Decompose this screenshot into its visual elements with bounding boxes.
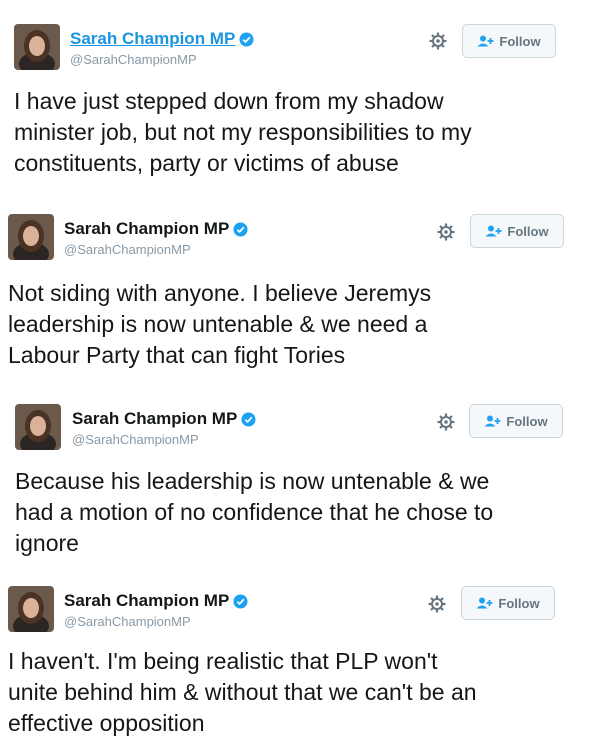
verified-badge-icon (233, 593, 248, 609)
tweet-text-line: had a motion of no confidence that he ch… (15, 499, 494, 525)
tweet-card: Sarah Champion MP @SarahChampionMP Follo… (0, 190, 590, 390)
tweet-text-line: Labour Party that can fight Tories (8, 342, 346, 368)
tweet-text-line: leadership is now untenable & we need a (8, 311, 428, 337)
add-user-icon (477, 35, 494, 47)
follow-button[interactable]: Follow (461, 586, 555, 620)
verified-badge-icon (241, 411, 256, 427)
tweet-text-line: minister job, but not my responsibilitie… (14, 119, 472, 145)
tweet-text-line: Not siding with anyone. I believe Jeremy… (8, 280, 432, 306)
handle[interactable]: @SarahChampionMP (70, 52, 197, 67)
follow-label: Follow (499, 33, 541, 49)
avatar[interactable] (14, 24, 60, 70)
gear-icon[interactable] (427, 594, 447, 614)
tweet-text-line: constituents, party or victims of abuse (14, 150, 399, 176)
follow-label: Follow (498, 595, 540, 611)
display-name-text[interactable]: Sarah Champion MP (64, 591, 229, 611)
tweet-text-line: I haven't. I'm being realistic that PLP … (8, 648, 438, 674)
follow-button[interactable]: Follow (470, 214, 564, 248)
follow-label: Follow (506, 413, 548, 429)
handle[interactable]: @SarahChampionMP (64, 242, 191, 257)
verified-badge-icon (239, 31, 254, 47)
display-name[interactable]: Sarah Champion MP (72, 409, 256, 429)
gear-icon[interactable] (436, 412, 456, 432)
add-user-icon (484, 415, 501, 427)
tweet-card: Sarah Champion MP @SarahChampionMP Follo… (0, 580, 590, 743)
avatar[interactable] (8, 586, 54, 632)
display-name[interactable]: Sarah Champion MP (70, 29, 254, 49)
add-user-icon (476, 597, 493, 609)
tweet-text-line: unite behind him & without that we can't… (8, 679, 477, 705)
follow-button[interactable]: Follow (469, 404, 563, 438)
follow-button[interactable]: Follow (462, 24, 556, 58)
add-user-icon (485, 225, 502, 237)
tweet-text: I haven't. I'm being realistic that PLP … (8, 646, 578, 739)
follow-label: Follow (507, 223, 549, 239)
display-name[interactable]: Sarah Champion MP (64, 591, 248, 611)
display-name-text[interactable]: Sarah Champion MP (64, 219, 229, 239)
tweet-text-line: ignore (15, 530, 79, 556)
tweet-text-line: effective opposition (8, 710, 205, 736)
tweet-card: Sarah Champion MP @SarahChampionMP Follo… (0, 0, 590, 190)
avatar[interactable] (8, 214, 54, 260)
gear-icon[interactable] (428, 31, 448, 51)
display-name-text[interactable]: Sarah Champion MP (72, 409, 237, 429)
handle[interactable]: @SarahChampionMP (64, 614, 191, 629)
avatar[interactable] (15, 404, 61, 450)
tweet-card: Sarah Champion MP @SarahChampionMP Follo… (0, 390, 590, 580)
display-name-text[interactable]: Sarah Champion MP (70, 29, 235, 49)
verified-badge-icon (233, 221, 248, 237)
tweet-text-line: I have just stepped down from my shadow (14, 88, 444, 114)
gear-icon[interactable] (436, 222, 456, 242)
tweet-text: Not siding with anyone. I believe Jeremy… (8, 278, 578, 371)
tweet-text-line: Because his leadership is now untenable … (15, 468, 490, 494)
handle[interactable]: @SarahChampionMP (72, 432, 199, 447)
display-name[interactable]: Sarah Champion MP (64, 219, 248, 239)
tweet-text: I have just stepped down from my shadow … (14, 86, 584, 179)
tweet-text: Because his leadership is now untenable … (15, 466, 585, 559)
